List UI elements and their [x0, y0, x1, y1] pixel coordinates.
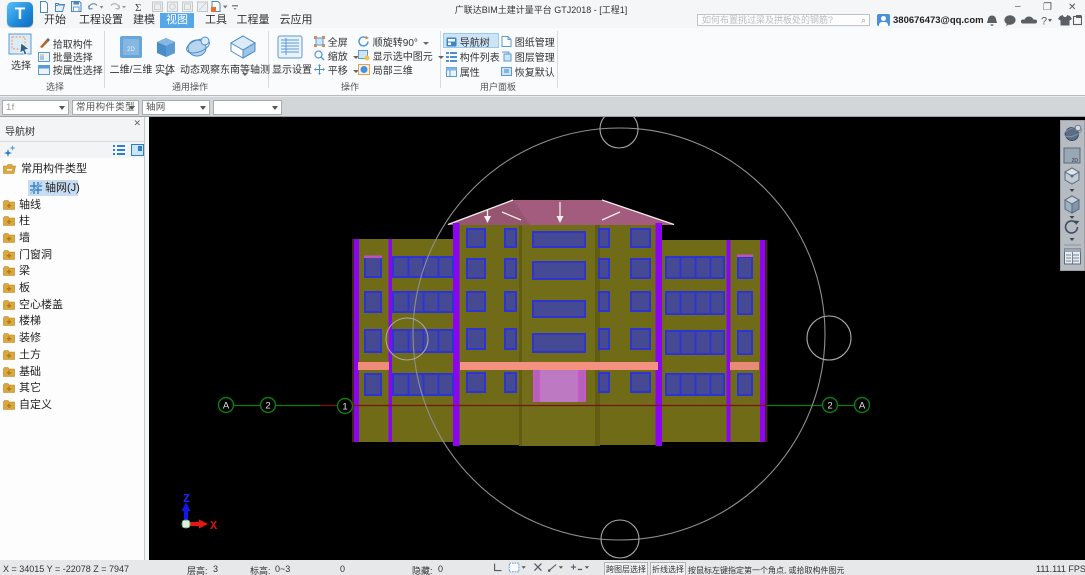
svg-text:X: X	[210, 519, 218, 533]
svg-text:A: A	[859, 401, 866, 412]
svg-text:2: 2	[265, 401, 270, 412]
svg-text:Z: Z	[183, 492, 190, 506]
svg-text:?: ?	[1041, 16, 1047, 28]
svg-text:A: A	[223, 401, 230, 412]
svg-text:2: 2	[827, 401, 832, 412]
svg-text:2D: 2D	[1072, 158, 1079, 164]
svg-text:2D: 2D	[127, 47, 135, 53]
svg-text:1: 1	[342, 402, 347, 413]
svg-text:Σ: Σ	[135, 2, 141, 13]
